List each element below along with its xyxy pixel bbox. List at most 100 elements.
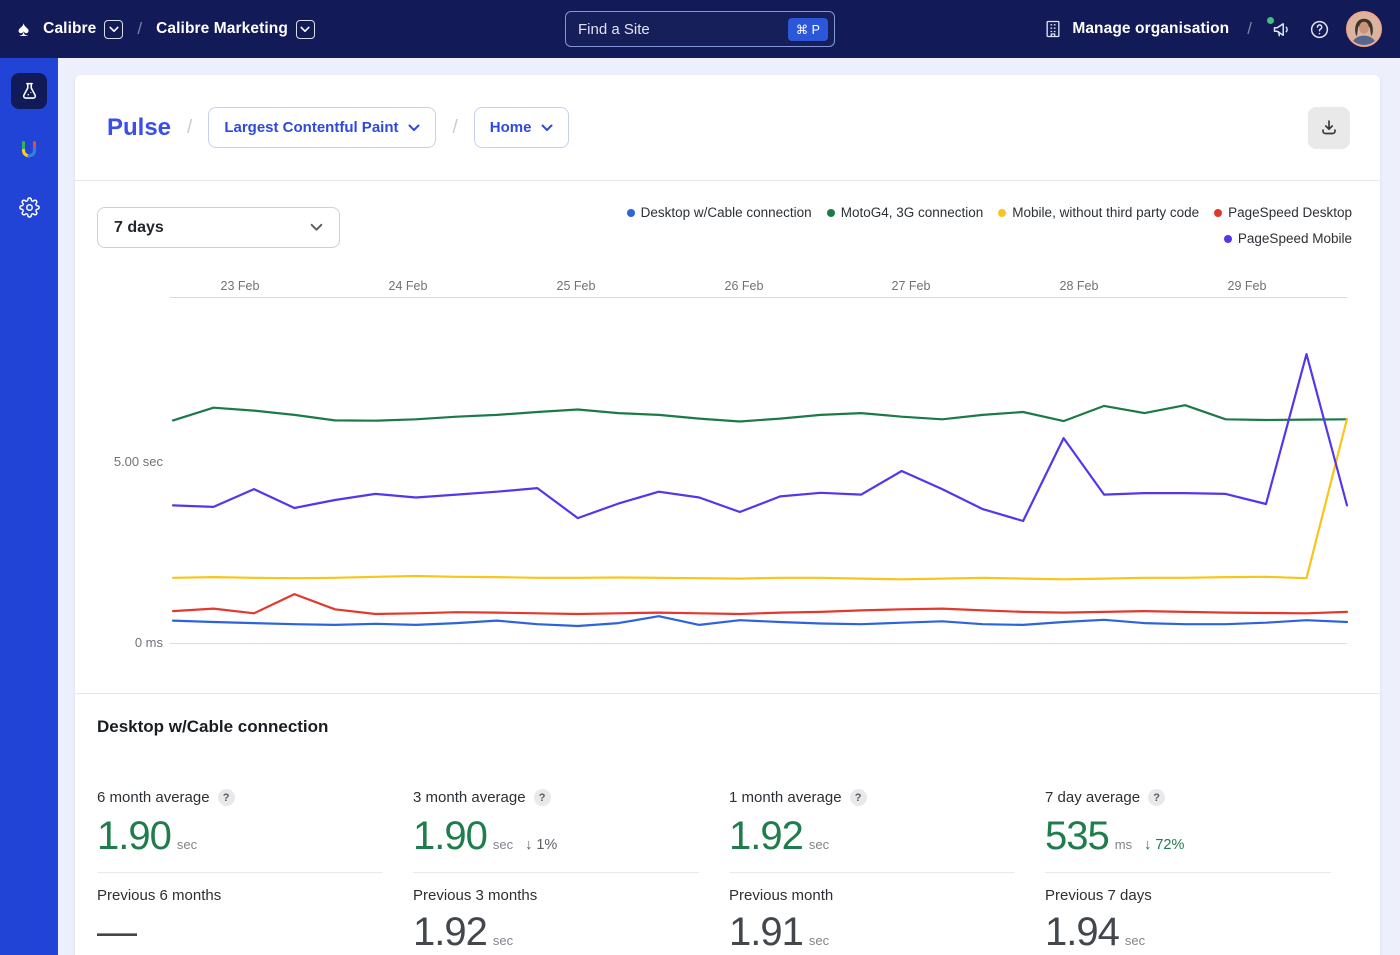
series-line [171, 417, 1349, 581]
separator: / [1247, 19, 1252, 38]
x-tick-label: 27 Feb [891, 279, 931, 293]
y-tick-label-top: 5.00 sec [113, 454, 163, 469]
previous-value: 1.91 [729, 910, 804, 954]
sidebar-item-pulse-flask-icon[interactable] [11, 73, 47, 109]
chevron-down-icon [541, 124, 553, 131]
site-name: Calibre Marketing [156, 20, 288, 37]
date-range-select[interactable]: 7 days [97, 207, 340, 248]
stat-delta: ↓ 72% [1144, 837, 1185, 853]
metric-dropdown-button[interactable]: Largest Contentful Paint [208, 107, 437, 148]
legend-item-pagespeed-desktop[interactable]: PageSpeed Desktop [1214, 205, 1352, 220]
site-switcher[interactable]: Calibre Marketing [156, 19, 315, 39]
x-tick-label: 25 Feb [556, 279, 596, 293]
help-badge-icon[interactable]: ? [533, 789, 551, 806]
keyboard-shortcut-badge: ⌘ P [787, 17, 828, 41]
series-line [171, 615, 1349, 628]
previous-unit: sec [1124, 933, 1146, 948]
chevron-down-icon [408, 124, 420, 131]
series-line [171, 593, 1349, 616]
series-line [171, 352, 1349, 523]
help-icon[interactable] [1308, 18, 1330, 40]
previous-label: Previous month [729, 887, 834, 904]
stat-value: 1.90 [413, 814, 488, 858]
previous-value: 1.92 [413, 910, 488, 954]
notification-dot [1267, 17, 1274, 24]
legend-dot [626, 208, 635, 217]
legend-label: PageSpeed Mobile [1237, 231, 1352, 246]
stat-card-7-day: 7 day average ? 535 ms ↓ 72% Previous 7 … [1045, 789, 1331, 955]
chevron-down-icon [295, 19, 315, 39]
stat-label: 1 month average [729, 789, 842, 806]
sidebar-item-site-favicon-icon[interactable] [11, 131, 47, 167]
previous-label: Previous 6 months [97, 887, 222, 904]
date-range-value: 7 days [114, 218, 164, 236]
legend-item-desktop-cable[interactable]: Desktop w/Cable connection [626, 205, 812, 220]
stat-divider [1045, 872, 1331, 873]
breadcrumb-separator: / [137, 19, 143, 38]
x-tick-label: 29 Feb [1227, 279, 1267, 293]
x-tick-label: 23 Feb [220, 279, 260, 293]
stat-label: 3 month average [413, 789, 526, 806]
download-button[interactable] [1308, 106, 1350, 149]
stat-label: 6 month average [97, 789, 210, 806]
legend-item-pagespeed-mobile[interactable]: PageSpeed Mobile [1223, 231, 1352, 246]
find-site-search[interactable]: ⌘ P [565, 11, 835, 47]
x-tick-label: 28 Feb [1059, 279, 1099, 293]
stat-divider [97, 872, 383, 873]
legend-dot [1214, 208, 1223, 217]
manage-organisation-link[interactable]: Manage organisation [1042, 18, 1229, 40]
chart-legend: Desktop w/Cable connection MotoG4, 3G co… [562, 205, 1352, 246]
line-chart-plot[interactable] [170, 297, 1350, 644]
legend-dot [1223, 234, 1232, 243]
calibre-logo-spade-icon[interactable]: ♠ [18, 19, 29, 40]
stat-value: 1.90 [97, 814, 172, 858]
stat-unit: sec [808, 837, 830, 852]
legend-dot [826, 208, 835, 217]
breadcrumb-separator: / [187, 116, 193, 138]
legend-label: Desktop w/Cable connection [640, 205, 812, 220]
stat-divider [413, 872, 699, 873]
stat-divider [729, 872, 1015, 873]
sidebar-item-settings-gear-icon[interactable] [11, 189, 47, 225]
x-tick-label: 24 Feb [388, 279, 428, 293]
avatar[interactable] [1346, 11, 1382, 47]
metric-dropdown-label: Largest Contentful Paint [224, 119, 399, 136]
stat-value: 1.92 [729, 814, 804, 858]
chevron-down-icon [310, 223, 323, 231]
y-tick-label-bottom: 0 ms [134, 635, 163, 650]
legend-item-motog4-3g[interactable]: MotoG4, 3G connection [826, 205, 984, 220]
previous-label: Previous 7 days [1045, 887, 1152, 904]
stats-grid: 6 month average ? 1.90 sec Previous 6 mo… [97, 789, 1352, 955]
page-dropdown-button[interactable]: Home [473, 107, 570, 148]
manage-organisation-label: Manage organisation [1072, 20, 1230, 37]
organisation-switcher[interactable]: Calibre [43, 19, 124, 39]
previous-value: 1.94 [1045, 910, 1120, 954]
help-badge-icon[interactable]: ? [217, 789, 235, 806]
stat-value: 535 [1045, 814, 1110, 858]
help-badge-icon[interactable]: ? [1148, 789, 1166, 806]
megaphone-icon[interactable] [1267, 17, 1292, 40]
stat-unit: ms [1114, 837, 1133, 852]
stat-delta: ↓ 1% [525, 837, 558, 853]
previous-unit: sec [808, 933, 830, 948]
chart-section: 7 days Desktop w/Cable connection MotoG4… [75, 181, 1380, 694]
stat-unit: sec [176, 837, 198, 852]
building-icon [1042, 18, 1064, 40]
left-sidebar [0, 58, 58, 955]
legend-item-mobile-no-third-party[interactable]: Mobile, without third party code [998, 205, 1199, 220]
page-dropdown-label: Home [489, 119, 532, 136]
stat-card-6-month: 6 month average ? 1.90 sec Previous 6 mo… [97, 789, 383, 955]
legend-label: Mobile, without third party code [1012, 205, 1200, 220]
stats-section: Desktop w/Cable connection 6 month avera… [75, 694, 1380, 955]
legend-label: PageSpeed Desktop [1228, 205, 1352, 220]
panel-header: Pulse / Largest Contentful Paint / Home [75, 75, 1380, 181]
legend-label: MotoG4, 3G connection [840, 205, 984, 220]
x-tick-label: 26 Feb [724, 279, 764, 293]
stat-label: 7 day average [1045, 789, 1141, 806]
search-input[interactable] [578, 20, 788, 38]
main-panel: Pulse / Largest Contentful Paint / Home … [75, 75, 1380, 955]
chevron-down-icon [104, 19, 124, 39]
legend-dot [998, 208, 1007, 217]
help-badge-icon[interactable]: ? [849, 789, 867, 806]
organisation-name: Calibre [43, 20, 97, 37]
